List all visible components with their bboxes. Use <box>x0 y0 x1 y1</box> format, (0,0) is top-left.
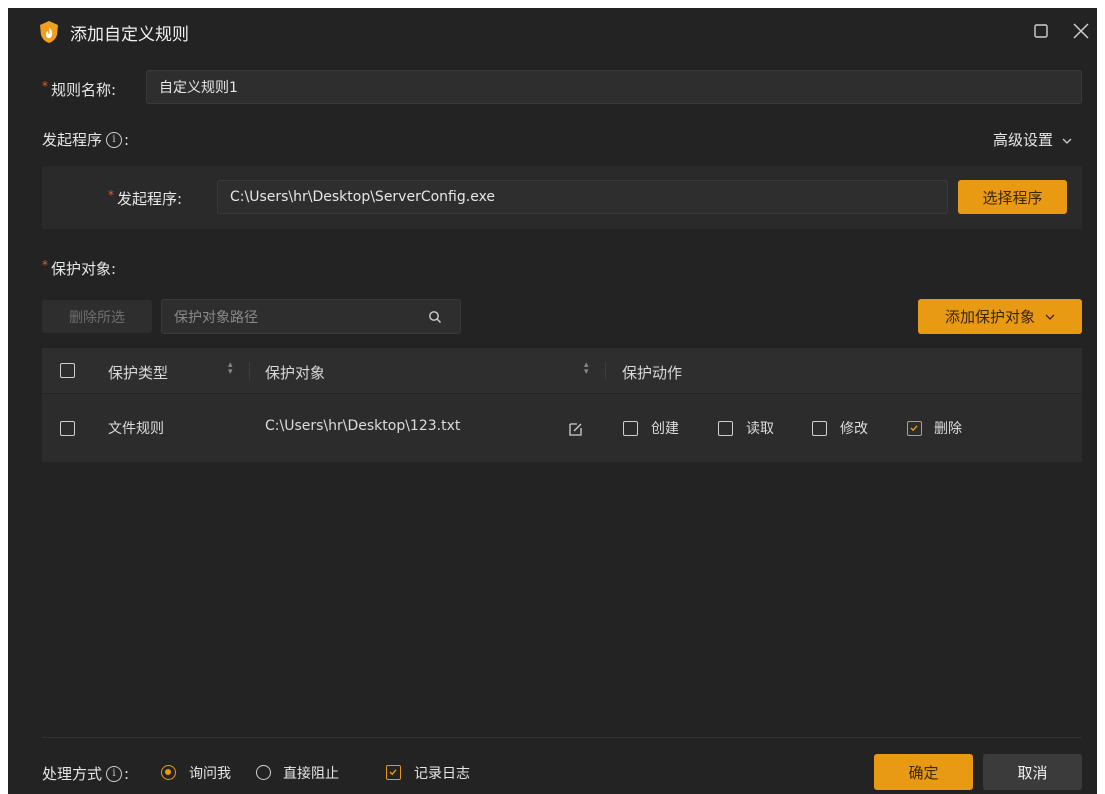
info-icon[interactable]: i <box>106 765 123 782</box>
action-read-checkbox[interactable] <box>718 421 733 436</box>
check-icon <box>389 769 397 776</box>
protect-section-label: * 保护对象: <box>42 258 117 278</box>
required-mark: * <box>42 258 48 272</box>
initiator-label: * 发起程序: <box>108 188 183 208</box>
required-mark: * <box>42 79 48 93</box>
required-mark: * <box>108 188 114 202</box>
maximize-icon[interactable] <box>1030 20 1052 42</box>
close-icon[interactable] <box>1070 20 1092 42</box>
action-create-label: 创建 <box>651 421 679 437</box>
select-program-button[interactable]: 选择程序 <box>958 180 1067 214</box>
row-checkbox[interactable] <box>60 421 75 436</box>
delete-selected-button[interactable]: 删除所选 <box>42 300 152 333</box>
initiator-section-label: 发起程序 i: <box>42 131 130 149</box>
log-checkbox[interactable] <box>386 765 401 780</box>
radio-block-directly-label: 直接阻止 <box>283 766 339 782</box>
info-icon[interactable]: i <box>106 131 123 148</box>
advanced-settings-toggle[interactable]: 高级设置 <box>993 129 1072 150</box>
log-label: 记录日志 <box>414 766 470 782</box>
radio-ask-me-label: 询问我 <box>189 766 231 782</box>
row-type: 文件规则 <box>108 421 164 437</box>
initiator-panel: * 发起程序: C:\Users\hr\Desktop\ServerConfig.… <box>42 166 1082 229</box>
footer-divider <box>42 737 1082 738</box>
search-input[interactable]: 保护对象路径 <box>161 299 461 334</box>
handling-mode-label: 处理方式 i: <box>42 765 130 783</box>
action-modify-checkbox[interactable] <box>812 421 827 436</box>
column-header-action: 保护动作 <box>622 364 683 382</box>
table-header: 保护类型 ▴ ▾ 保护对象 ▴ ▾ 保护动作 <box>42 348 1082 393</box>
cancel-button[interactable]: 取消 <box>983 754 1082 790</box>
action-read-label: 读取 <box>746 421 774 437</box>
column-header-object: 保护对象 <box>265 364 326 382</box>
dialog-title: 添加自定义规则 <box>70 25 189 45</box>
check-icon <box>910 425 918 432</box>
ok-button[interactable]: 确定 <box>874 754 973 790</box>
rule-name-input[interactable]: 自定义规则1 <box>146 70 1082 104</box>
radio-block-directly[interactable] <box>256 765 271 780</box>
rule-name-label: * 规则名称: <box>42 79 117 99</box>
shield-flame-icon <box>40 21 58 43</box>
action-delete-label: 删除 <box>934 421 962 437</box>
radio-ask-me[interactable] <box>161 765 176 780</box>
title-bar: 添加自定义规则 <box>8 8 1097 56</box>
action-delete-checkbox[interactable] <box>907 421 922 436</box>
edit-icon[interactable] <box>568 421 584 437</box>
action-create-checkbox[interactable] <box>623 421 638 436</box>
sort-icon[interactable]: ▴ ▾ <box>584 361 589 377</box>
action-modify-label: 修改 <box>840 421 868 437</box>
search-icon[interactable] <box>428 310 442 324</box>
add-protected-object-button[interactable]: 添加保护对象 <box>918 299 1082 334</box>
row-object: C:\Users\hr\Desktop\123.txt <box>265 418 461 434</box>
dialog-window: 添加自定义规则 * 规则名称: 自定义规则1 发起程序 i: 高级设置 * 发起程序:… <box>8 8 1097 794</box>
table-row[interactable]: 文件规则 C:\Users\hr\Desktop\123.txt 创建 读取 修… <box>42 394 1082 462</box>
select-all-checkbox[interactable] <box>60 363 75 378</box>
column-separator <box>249 362 250 380</box>
chevron-down-icon <box>1045 314 1055 320</box>
chevron-down-icon <box>1062 138 1072 144</box>
sort-icon[interactable]: ▴ ▾ <box>228 361 233 377</box>
column-separator <box>605 362 606 380</box>
initiator-path-input[interactable]: C:\Users\hr\Desktop\ServerConfig.exe <box>217 180 948 214</box>
column-header-type: 保护类型 <box>108 364 169 382</box>
